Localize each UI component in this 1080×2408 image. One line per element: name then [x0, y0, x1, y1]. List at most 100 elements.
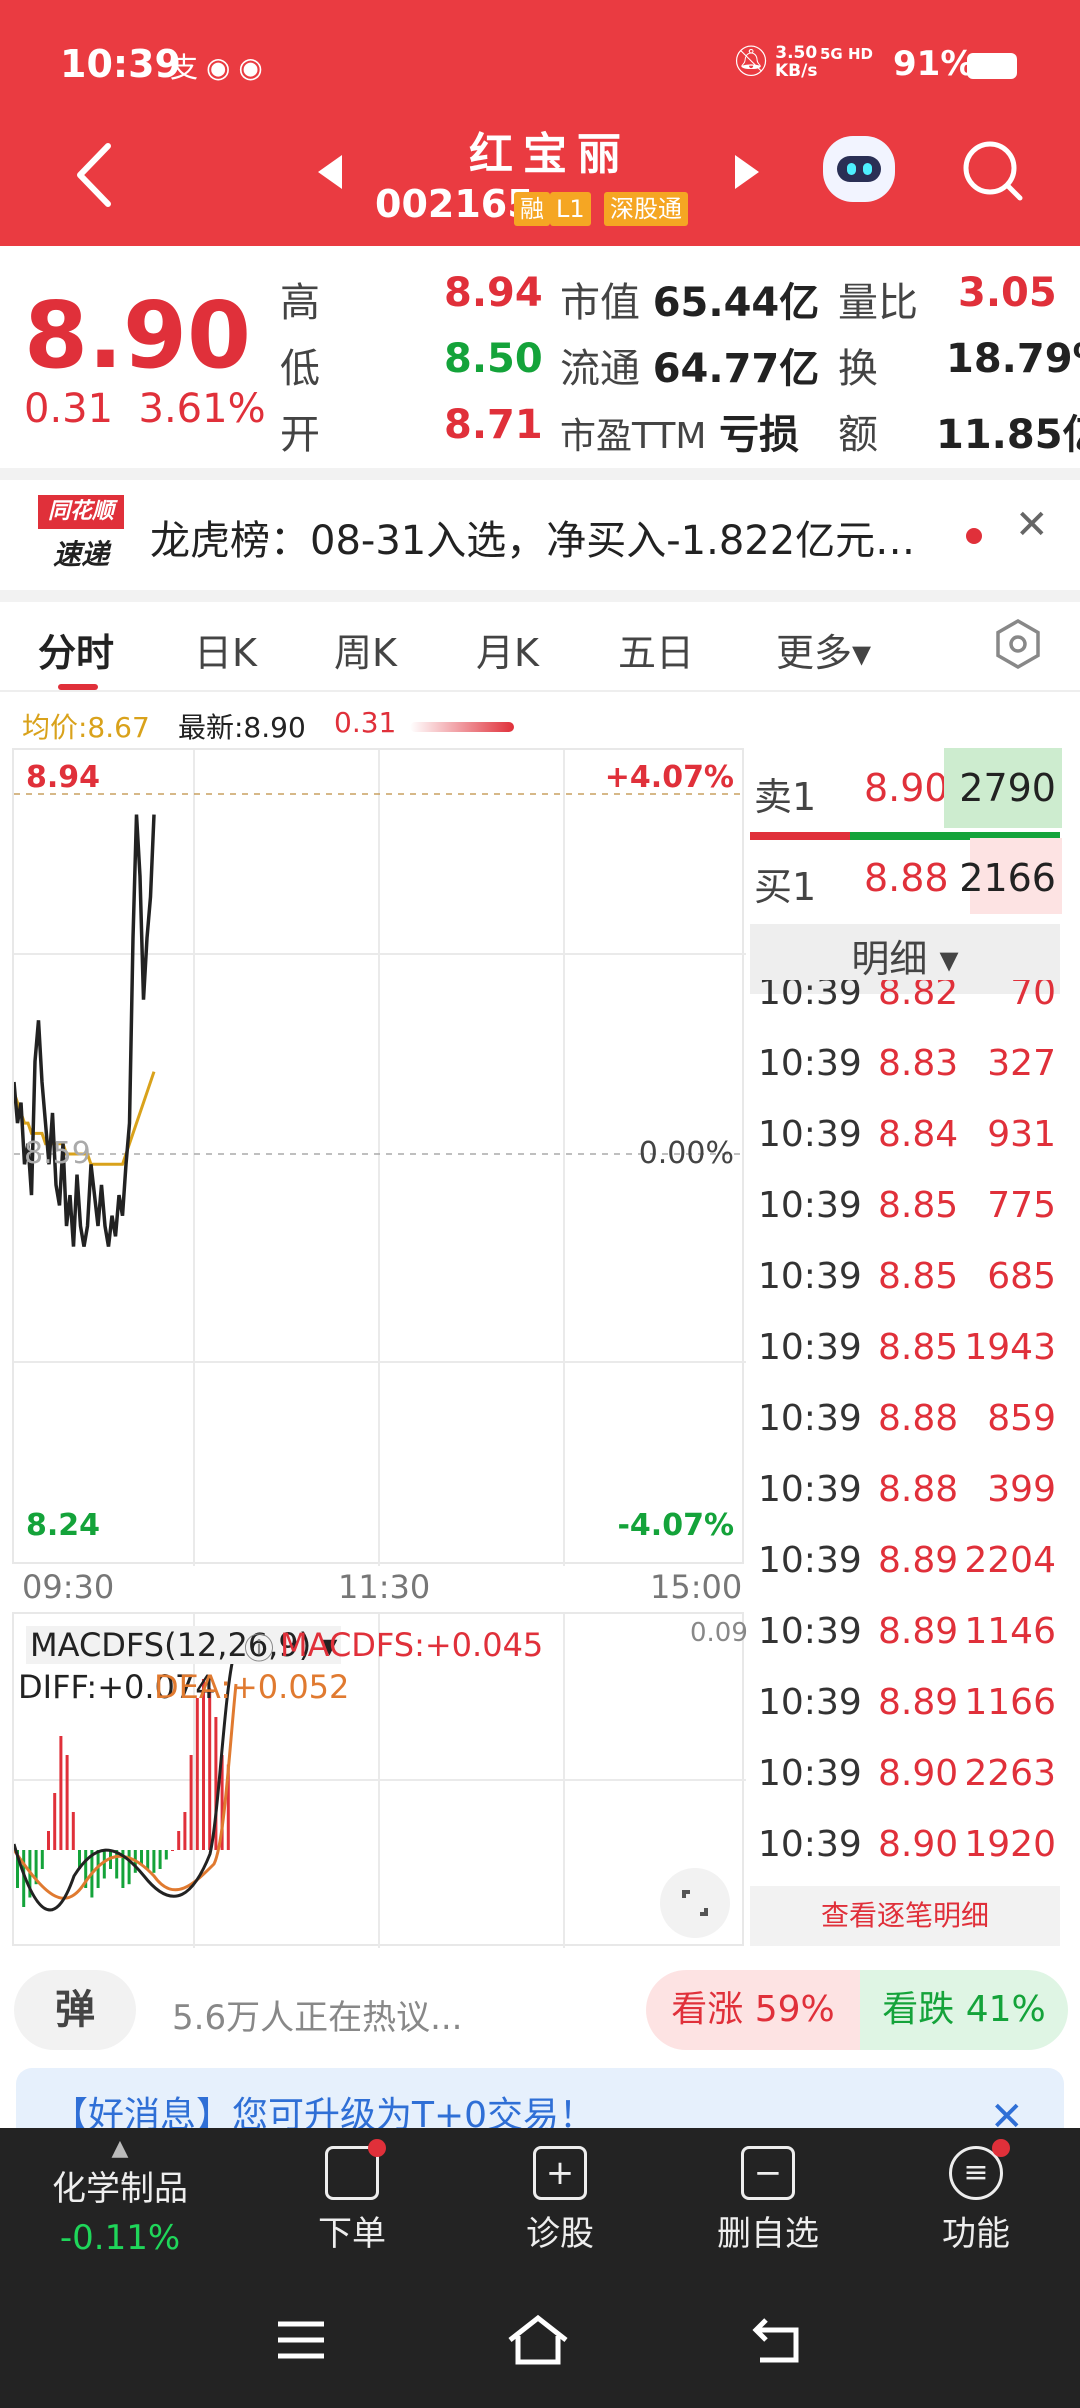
tag-margin: 融: [514, 192, 550, 226]
trade-time: 10:39: [758, 1824, 862, 1865]
help-icon[interactable]: ⓘ: [244, 1624, 274, 1668]
next-stock-icon[interactable]: [735, 155, 759, 189]
signal-icon: 5G HD: [820, 45, 873, 63]
macd-bar: [158, 1850, 162, 1869]
macd-bar: [65, 1755, 69, 1850]
macd-bar: [71, 1812, 75, 1850]
settings-icon[interactable]: [992, 618, 1044, 670]
macd-bar: [189, 1755, 193, 1850]
x-axis-label-close: 15:00: [650, 1568, 743, 1606]
macd-bar: [127, 1850, 131, 1885]
macd-bar: [177, 1831, 181, 1850]
trade-price: 8.89: [878, 1540, 959, 1581]
view-tick-details-button[interactable]: 查看逐笔明细: [750, 1886, 1060, 1946]
vote-bearish-button[interactable]: 看跌 41%: [860, 1970, 1068, 2050]
macd-panel[interactable]: MACDFS(12,26,9) ▾ ⓘ MACDFS:+0.045 0.09 D…: [12, 1612, 748, 1948]
recent-apps-icon[interactable]: [276, 2318, 326, 2362]
quote-pe: 市盈TTM 亏损: [560, 412, 800, 458]
close-icon[interactable]: ✕: [1015, 502, 1049, 548]
macd-bar: [152, 1850, 156, 1873]
prev-stock-icon[interactable]: [318, 155, 342, 189]
trade-volume: 1146: [964, 1611, 1056, 1652]
fullscreen-icon[interactable]: [660, 1868, 730, 1938]
tab-daily-k[interactable]: 日K: [194, 622, 257, 677]
x-axis-label-noon: 11:30: [338, 1568, 431, 1606]
trade-time: 10:39: [758, 1398, 862, 1439]
intraday-chart[interactable]: 8.94 8.59 8.24 +4.07% 0.00% -4.07%: [12, 748, 746, 1566]
trade-row: 10:39 8.90 2263: [752, 1743, 1062, 1814]
nav-diagnose-button[interactable]: + 诊股: [490, 2146, 630, 2255]
tab-intraday[interactable]: 分时: [38, 622, 114, 677]
quote-low: 低: [280, 346, 320, 392]
header: 10:39 支◉◉ 🔕︎ 3.50 KB/s 5G HD 91% 红宝丽 002…: [0, 0, 1080, 246]
unread-dot-icon: [966, 528, 982, 544]
quote-amount-value: 11.85亿: [936, 412, 1080, 458]
nav-remove-watchlist-button[interactable]: − 删自选: [698, 2146, 838, 2255]
change-bar: [410, 722, 514, 732]
system-nav-bar: [0, 2288, 1080, 2408]
macd-bar: [40, 1850, 44, 1869]
nav-order-button[interactable]: 下单: [282, 2139, 422, 2255]
quote-panel: 8.90 0.31 3.61% 高 8.94 低 8.50 开 8.71 市值 …: [0, 246, 1080, 480]
trade-price: 8.90: [878, 1753, 959, 1794]
tab-more[interactable]: 更多▾: [776, 622, 871, 677]
trade-volume: 931: [987, 1114, 1056, 1155]
vote-bullish-button[interactable]: 看涨 59%: [646, 1970, 860, 2050]
promo-banner[interactable]: 【好消息】您可升级为T+0交易！: [16, 2068, 1064, 2128]
hot-discussion-text[interactable]: 5.6万人正在热议...: [172, 1990, 463, 2039]
trade-list: 10:39 8.82 70 10:39 8.83 327 10:39 8.84 931 10:39…: [748, 980, 1062, 1880]
tab-monthly-k[interactable]: 月K: [476, 622, 539, 677]
macd-scale-top: 0.09: [690, 1618, 748, 1648]
trade-price: 8.88: [878, 1398, 959, 1439]
status-time: 10:39: [60, 42, 181, 86]
trade-volume: 1920: [964, 1824, 1056, 1865]
trade-row: 10:39 8.84 931: [752, 1104, 1062, 1175]
macdfs-value: MACDFS:+0.045: [280, 1626, 544, 1664]
back-arrow-icon[interactable]: [70, 140, 120, 210]
news-logo: 同花顺 速递: [38, 495, 124, 571]
news-banner[interactable]: 同花顺 速递 龙虎榜：08-31入选，净买入-1.822亿元…: [0, 480, 1080, 590]
trade-volume: 1166: [964, 1682, 1056, 1723]
trade-time: 10:39: [758, 1682, 862, 1723]
quote-turnover-value: 18.79%: [946, 336, 1080, 382]
nav-functions-button[interactable]: ≡ 功能: [906, 2139, 1046, 2255]
price-change: 0.31 3.61%: [24, 386, 266, 432]
y-axis-mid-label: 8.59: [24, 1136, 91, 1171]
divider: [0, 468, 1080, 480]
trade-row: 10:39 8.89 1166: [752, 1672, 1062, 1743]
trade-volume: 1943: [964, 1327, 1056, 1368]
trade-row: 10:39 8.85 1943: [752, 1317, 1062, 1388]
trade-price: 8.90: [878, 1824, 959, 1865]
pct-bottom-label: -4.07%: [617, 1508, 734, 1543]
back-icon[interactable]: [752, 2316, 808, 2364]
tab-weekly-k[interactable]: 周K: [334, 622, 397, 677]
macd-bar: [146, 1850, 150, 1869]
trade-price: 8.88: [878, 1469, 959, 1510]
quote-float: 流通 64.77亿: [560, 346, 820, 392]
robot-assistant-icon[interactable]: [823, 136, 895, 202]
news-text[interactable]: 龙虎榜：08-31入选，净买入-1.822亿元…: [150, 508, 915, 566]
mute-icon: 🔕︎: [732, 44, 771, 79]
trade-price: 8.85: [878, 1327, 959, 1368]
danmu-toggle-button[interactable]: 弹: [14, 1970, 136, 2050]
order-icon: [325, 2139, 386, 2200]
quote-high: 高: [280, 280, 320, 326]
menu-icon: ≡: [949, 2139, 1010, 2200]
trade-time: 10:39: [758, 1469, 862, 1510]
trade-row: 10:39 8.89 1146: [752, 1601, 1062, 1672]
trade-row: 10:39 8.83 327: [752, 1033, 1062, 1104]
sector-indicator[interactable]: ▲ 化学制品 -0.11%: [30, 2136, 210, 2258]
search-icon[interactable]: [962, 140, 1024, 202]
trade-time: 10:39: [758, 1185, 862, 1226]
tag-level1: L1: [550, 192, 591, 226]
trade-volume: 70: [1010, 980, 1056, 1013]
trade-time: 10:39: [758, 1043, 862, 1084]
trade-row: 10:39 8.82 70: [752, 980, 1062, 1033]
trade-row: 10:39 8.90 1920: [752, 1814, 1062, 1880]
home-icon[interactable]: [506, 2314, 570, 2366]
notification-icons: 支◉◉: [170, 51, 271, 84]
divider: [0, 590, 1080, 602]
y-axis-top-label: 8.94: [26, 760, 101, 795]
tab-five-day[interactable]: 五日: [618, 622, 694, 677]
quote-open-value: 8.71: [444, 402, 543, 448]
